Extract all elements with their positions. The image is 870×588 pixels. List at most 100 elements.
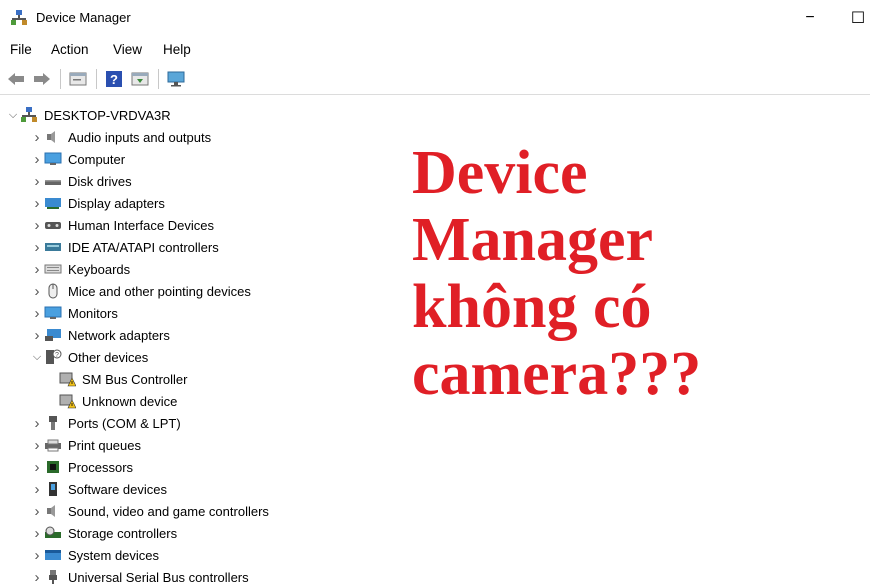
ide-controller-icon [44,239,62,255]
network-adapter-icon [44,327,62,343]
tree-item-label: Ports (COM & LPT) [68,415,181,431]
title-bar: Device Manager − ☐ [0,0,870,36]
svg-text:?: ? [110,72,118,87]
tree-item-label: Audio inputs and outputs [68,129,212,145]
tree-category[interactable]: › Universal Serial Bus controllers [30,566,249,588]
minimize-button[interactable]: − [798,6,822,30]
chevron-right-icon[interactable]: › [30,195,44,212]
tree-category[interactable]: › System devices [30,544,160,566]
overlay-line-4: camera??? [412,340,702,408]
tree-category[interactable]: › IDE ATA/ATAPI controllers [30,236,219,258]
tree-category[interactable]: › Keyboards [30,258,131,280]
menu-help[interactable]: Help [163,42,191,57]
chevron-right-icon[interactable]: › [30,459,44,476]
disk-drive-icon [44,173,62,189]
monitor-icon [44,305,62,321]
back-arrow-icon[interactable] [6,69,26,89]
tree-item-label: Processors [68,459,134,475]
toolbar: ? [0,64,870,95]
tree-item-label: IDE ATA/ATAPI controllers [68,239,219,255]
tree-item-label: Sound, video and game controllers [68,503,269,519]
maximize-button[interactable]: ☐ [846,6,870,30]
chevron-right-icon[interactable]: › [30,415,44,432]
tree-category[interactable]: ⌵? Other devices [30,346,148,368]
chevron-right-icon[interactable]: › [30,437,44,454]
tree-item-label: Display adapters [68,195,165,211]
tree-item-label: Mice and other pointing devices [68,283,251,299]
update-driver-icon[interactable] [130,69,150,89]
tree-category[interactable]: › Disk drives [30,170,132,192]
chevron-right-icon[interactable]: › [30,173,44,190]
chevron-right-icon[interactable]: › [30,305,44,322]
tree-category[interactable]: › Display adapters [30,192,165,214]
chevron-right-icon[interactable]: › [30,481,44,498]
chevron-right-icon[interactable]: › [30,525,44,542]
tree-item-label: Print queues [68,437,141,453]
tree-category[interactable]: › Sound, video and game controllers [30,500,269,522]
display-adapter-icon [44,195,62,211]
tree-category[interactable]: › Mice and other pointing devices [30,280,251,302]
tree-category[interactable]: › Software devices [30,478,168,500]
svg-text:?: ? [55,352,59,359]
keyboard-icon [44,261,62,277]
tree-item-label: Unknown device [82,393,178,409]
tree-item-label: Storage controllers [68,525,178,541]
storage-controller-icon [44,525,62,541]
menu-bar: File Action View Help [0,38,870,62]
tree-item-label: Computer [68,151,126,167]
chevron-right-icon[interactable]: › [30,151,44,168]
tree-root-label: DESKTOP-VRDVA3R [44,107,171,123]
tree-category[interactable]: › Audio inputs and outputs [30,126,212,148]
forward-arrow-icon[interactable] [32,69,52,89]
tree-root[interactable]: ⌵ DESKTOP-VRDVA3R [6,104,171,126]
properties-icon[interactable] [68,69,88,89]
window-title: Device Manager [36,10,131,25]
tree-item-label: System devices [68,547,160,563]
help-icon[interactable]: ? [104,69,124,89]
chevron-down-icon[interactable]: ⌵ [30,350,44,364]
tree-item-label: Disk drives [68,173,132,189]
chevron-right-icon[interactable]: › [30,327,44,344]
tree-category[interactable]: › Print queues [30,434,142,456]
chevron-right-icon[interactable]: › [30,217,44,234]
tree-category[interactable]: › Human Interface Devices [30,214,214,236]
unknown-device-icon: ? [44,349,62,365]
tree-category[interactable]: › Monitors [30,302,118,324]
menu-action[interactable]: Action [51,42,89,57]
chevron-right-icon[interactable]: › [30,547,44,564]
overlay-line-2: Manager [412,206,654,274]
speaker-icon [44,503,62,519]
chevron-right-icon[interactable]: › [30,569,44,586]
overlay-line-1: Device [412,139,588,207]
processor-icon [44,459,62,475]
tree-item-label: Software devices [68,481,167,497]
tree-category[interactable]: › Computer [30,148,126,170]
device-manager-icon [11,10,27,25]
chevron-right-icon[interactable]: › [30,261,44,278]
software-device-icon [44,481,62,497]
tree-child-item[interactable]: SM Bus Controller [58,368,187,390]
chevron-right-icon[interactable]: › [30,503,44,520]
menu-file[interactable]: File [10,42,32,57]
device-tree: ⌵ DESKTOP-VRDVA3R › Audio inputs and outp… [0,100,400,586]
chevron-right-icon[interactable]: › [30,239,44,256]
usb-icon [44,569,62,585]
chevron-right-icon[interactable]: › [30,129,44,146]
port-icon [44,415,62,431]
chevron-right-icon[interactable]: › [30,283,44,300]
menu-view[interactable]: View [113,42,142,57]
monitor-icon[interactable] [166,69,186,89]
system-device-icon [44,547,62,563]
overlay-line-3: không có [412,273,652,341]
mouse-icon [44,283,62,299]
chevron-down-icon[interactable]: ⌵ [6,108,20,122]
tree-category[interactable]: › Network adapters [30,324,170,346]
tree-child-item[interactable]: Unknown device [58,390,177,412]
tree-category[interactable]: › Storage controllers [30,522,178,544]
tree-item-label: Monitors [68,305,118,321]
tree-item-label: Human Interface Devices [68,217,214,233]
tree-category[interactable]: › Ports (COM & LPT) [30,412,181,434]
tree-category[interactable]: › Processors [30,456,134,478]
overlay-caption: Device Manager không có camera??? [412,140,862,408]
computer-tree-icon [20,107,38,123]
